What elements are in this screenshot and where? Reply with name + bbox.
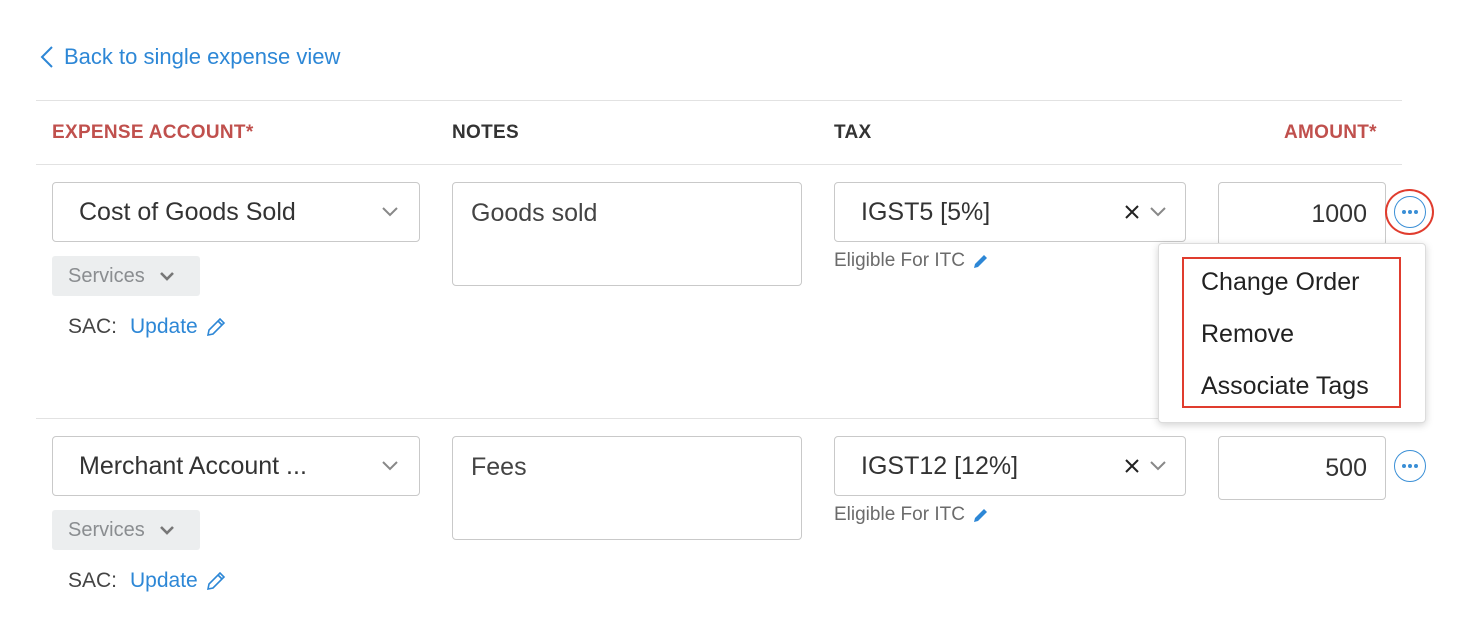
close-icon[interactable] [1121, 455, 1143, 477]
menu-item-associate-tags[interactable]: Associate Tags [1201, 372, 1369, 401]
pencil-icon[interactable] [204, 315, 228, 339]
menu-item-remove[interactable]: Remove [1201, 320, 1294, 349]
itc-label: Eligible For ITC [834, 250, 965, 271]
pencil-icon[interactable] [204, 569, 228, 593]
reporting-tag-label: Services [68, 264, 145, 287]
highlight-circle [1385, 189, 1434, 235]
row-actions-menu: Change Order Remove Associate Tags [1158, 243, 1426, 423]
amount-input[interactable]: 1000 [1218, 182, 1386, 246]
sac-code: SAC: Update [68, 569, 228, 593]
reporting-tag-button[interactable]: Services [52, 256, 200, 296]
pencil-icon[interactable] [971, 505, 991, 525]
itc-eligibility: Eligible For ITC [834, 250, 991, 272]
sac-update-link[interactable]: Update [130, 569, 198, 593]
header-tax: TAX [834, 122, 872, 143]
expense-account-value: Merchant Account ... [79, 451, 307, 480]
sac-label: SAC: [68, 569, 118, 592]
chevron-left-icon [40, 46, 53, 68]
notes-textarea[interactable]: Fees [452, 436, 802, 540]
divider [36, 164, 1402, 165]
chevron-down-icon [1147, 201, 1169, 223]
reporting-tag-label: Services [68, 518, 145, 541]
sac-update-link[interactable]: Update [130, 315, 198, 339]
close-icon[interactable] [1121, 201, 1143, 223]
chevron-down-icon [159, 526, 174, 535]
tax-select[interactable]: IGST12 [12%] [834, 436, 1186, 496]
expense-account-value: Cost of Goods Sold [79, 197, 296, 226]
expense-account-select[interactable]: Cost of Goods Sold [52, 182, 420, 242]
tax-value: IGST5 [5%] [861, 197, 991, 226]
back-link-label: Back to single expense view [64, 44, 341, 69]
sac-code: SAC: Update [68, 315, 228, 339]
pencil-icon[interactable] [971, 251, 991, 271]
more-icon[interactable] [1394, 450, 1426, 482]
notes-textarea[interactable]: Goods sold [452, 182, 802, 286]
chevron-down-icon [1147, 455, 1169, 477]
chevron-down-icon [379, 455, 401, 477]
menu-item-change-order[interactable]: Change Order [1201, 268, 1359, 297]
amount-input[interactable]: 500 [1218, 436, 1386, 500]
tax-value: IGST12 [12%] [861, 451, 1019, 480]
chevron-down-icon [379, 201, 401, 223]
header-expense-account: EXPENSE ACCOUNT* [52, 122, 254, 143]
chevron-down-icon [159, 272, 174, 281]
back-link[interactable]: Back to single expense view [40, 44, 340, 70]
sac-label: SAC: [68, 315, 118, 338]
header-amount: AMOUNT* [1284, 122, 1377, 143]
header-notes: NOTES [452, 122, 519, 143]
divider [36, 100, 1402, 101]
expense-account-select[interactable]: Merchant Account ... [52, 436, 420, 496]
itc-eligibility: Eligible For ITC [834, 504, 991, 526]
tax-select[interactable]: IGST5 [5%] [834, 182, 1186, 242]
reporting-tag-button[interactable]: Services [52, 510, 200, 550]
itc-label: Eligible For ITC [834, 504, 965, 525]
